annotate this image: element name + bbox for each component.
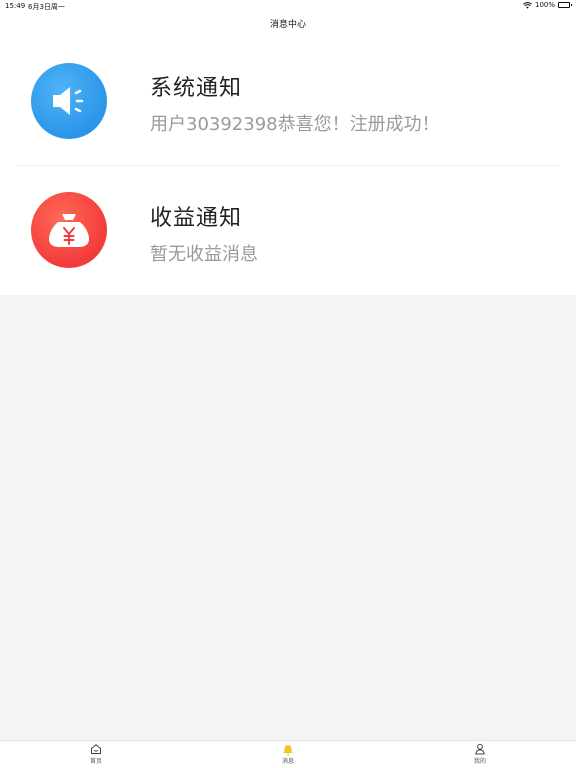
tab-label: 消息: [281, 758, 294, 765]
user-icon: [475, 743, 485, 755]
money-bag-icon: [31, 192, 107, 268]
message-title: 系统通知: [150, 76, 243, 101]
tab-messages[interactable]: 消息: [268, 743, 308, 765]
message-item-income[interactable]: 收益通知 暂无收益消息: [0, 166, 576, 295]
tab-label: 首页: [89, 758, 102, 765]
bell-icon: [283, 745, 293, 755]
wifi-icon: [523, 1, 532, 9]
message-body: 用户30392398恭喜您！注册成功！: [150, 114, 440, 135]
home-icon: [91, 744, 101, 754]
battery-icon: [558, 2, 572, 8]
message-item-system[interactable]: 系统通知 用户30392398恭喜您！注册成功！: [0, 36, 576, 166]
tab-label: 我的: [473, 758, 486, 765]
nav-bar: 消息中心: [0, 12, 576, 36]
battery-percent: 100%: [534, 1, 555, 9]
status-right: 100%: [523, 1, 572, 9]
status-date: 6月3日周一: [28, 3, 65, 11]
message-list: 系统通知 用户30392398恭喜您！注册成功！ 收益通知 暂无收益消息: [0, 36, 576, 295]
tab-home[interactable]: 首页: [76, 743, 116, 765]
status-time: 15:49: [5, 2, 26, 10]
speaker-icon: [31, 63, 107, 139]
message-body: 暂无收益消息: [150, 244, 258, 265]
status-bar: 15:49 6月3日周一 100%: [0, 0, 576, 12]
message-title: 收益通知: [150, 206, 243, 231]
tab-bar: 首页 消息 我的: [0, 740, 576, 768]
tab-mine[interactable]: 我的: [460, 743, 500, 765]
page-title: 消息中心: [269, 20, 306, 30]
